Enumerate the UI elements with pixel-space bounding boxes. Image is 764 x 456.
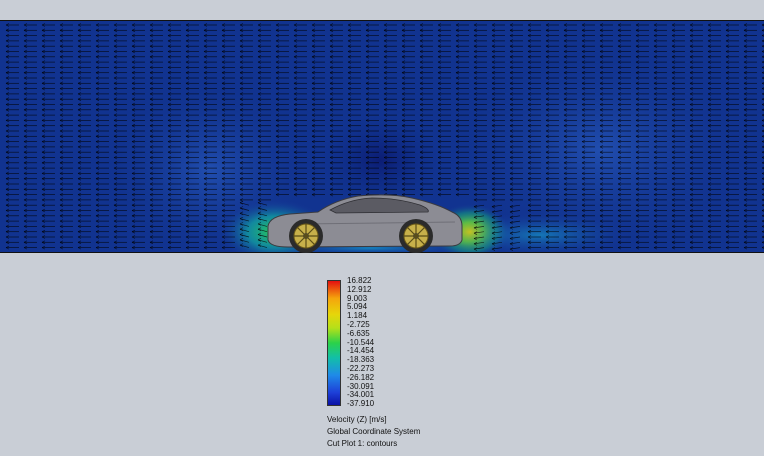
plot-caption: Velocity (Z) [m/s] Global Coordinate Sys… — [327, 414, 420, 450]
legend-label: -37.910 — [347, 399, 375, 409]
rear-wheel — [399, 219, 433, 253]
legend-color-bar — [327, 280, 341, 406]
front-wheel — [289, 219, 323, 253]
coordinate-system-label: Global Coordinate System — [327, 427, 421, 436]
velocity-legend: 16.822 12.912 9.003 5.094 1.184 -2.725 -… — [326, 276, 407, 412]
flow-simulation-viewport[interactable]: 16.822 12.912 9.003 5.094 1.184 -2.725 -… — [0, 0, 764, 456]
legend-labels: 16.822 12.912 9.003 5.094 1.184 -2.725 -… — [347, 276, 407, 409]
plot-name-label: Cut Plot 1: contours — [327, 439, 398, 448]
quantity-label: Velocity (Z) [m/s] — [327, 415, 387, 424]
